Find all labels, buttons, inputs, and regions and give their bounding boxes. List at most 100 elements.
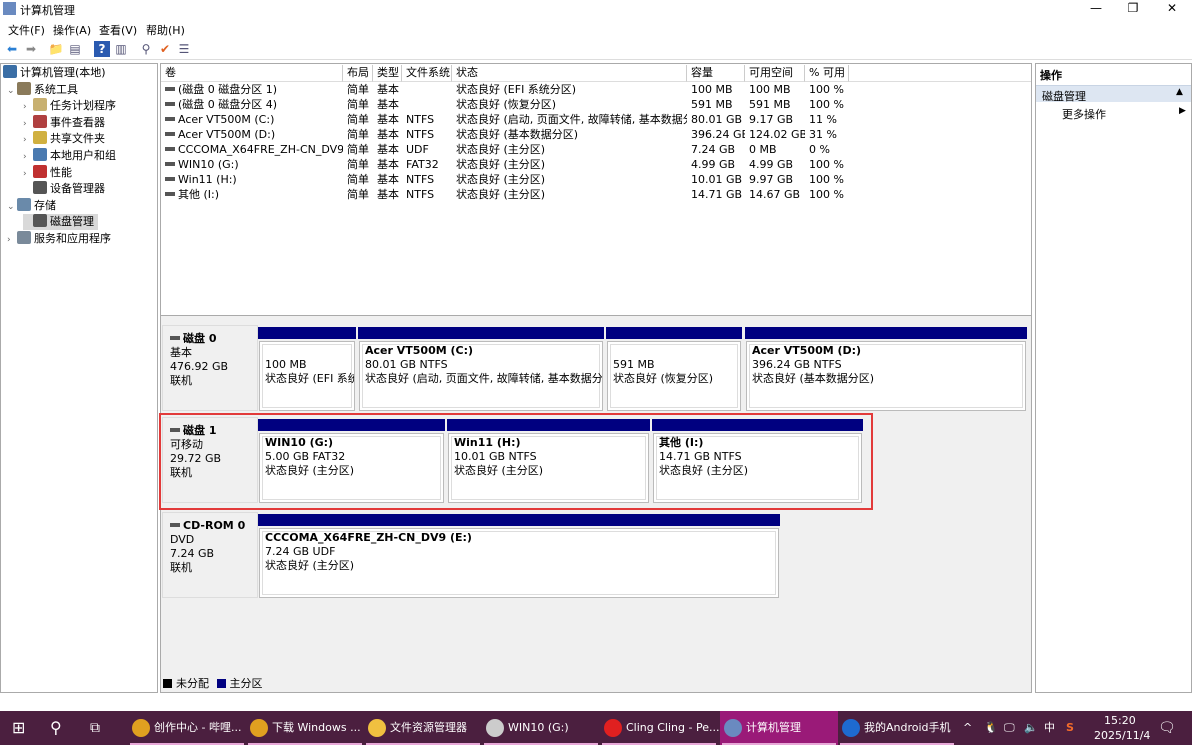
menu-file[interactable]: 文件(F) [8,22,45,38]
column-header[interactable]: 文件系统 [402,65,452,82]
table-cell[interactable]: 31 % [809,127,849,142]
volume-icon[interactable]: 🔈 [1024,711,1038,745]
table-cell[interactable]: FAT32 [406,157,452,172]
table-cell[interactable]: 状态良好 (主分区) [456,142,687,157]
volume-name[interactable]: CCCOMA_X64FRE_ZH-CN_DV9 (E:) [165,142,343,157]
volume-name[interactable]: WIN10 (G:) [165,157,343,172]
table-cell[interactable]: 396.24 GB [691,127,745,142]
table-cell[interactable]: 基本 [377,112,402,127]
table-cell[interactable]: 100 MB [691,82,745,97]
table-cell[interactable]: 591 MB [749,97,805,112]
clock-date[interactable]: 2025/11/4 [1094,729,1150,743]
table-cell[interactable]: 80.01 GB [691,112,745,127]
minimize-button[interactable]: — [1076,0,1116,18]
help-icon[interactable]: ? [94,41,110,57]
close-button[interactable]: ✕ [1152,0,1192,18]
volume-name[interactable]: Acer VT500M (C:) [165,112,343,127]
tree-item[interactable]: ›本地用户和组 [23,148,116,164]
taskbar-item[interactable]: 创作中心 - 哔哩... [128,711,246,745]
column-header[interactable]: 可用空间 [745,65,805,82]
expander-icon[interactable]: › [7,232,17,248]
restore-button[interactable]: ❐ [1113,0,1153,18]
expander-icon[interactable]: › [23,99,33,115]
table-cell[interactable]: 124.02 GB [749,127,805,142]
table-cell[interactable]: 简单 [347,127,373,142]
tree-item[interactable]: ›任务计划程序 [23,98,116,114]
table-cell[interactable]: 状态良好 (主分区) [456,172,687,187]
table-cell[interactable]: 简单 [347,97,373,112]
tree-item[interactable]: ›共享文件夹 [23,131,105,147]
table-cell[interactable]: 简单 [347,112,373,127]
tree-item[interactable]: ⌄存储 [7,198,56,214]
task-view-icon[interactable]: ⧉ [90,711,100,745]
partition[interactable]: Acer VT500M (D:)396.24 GB NTFS状态良好 (基本数据… [745,327,1027,411]
sogou-icon[interactable]: S [1066,711,1074,745]
table-cell[interactable]: 简单 [347,187,373,202]
ime-indicator[interactable]: 中 [1044,711,1055,745]
tree-item[interactable]: ⌄系统工具 [7,82,78,98]
column-header[interactable]: % 可用 [805,65,849,82]
volume-name[interactable]: Win11 (H:) [165,172,343,187]
table-cell[interactable]: 100 MB [749,82,805,97]
column-header[interactable]: 布局 [343,65,373,82]
table-cell[interactable]: 简单 [347,157,373,172]
partition[interactable]: 591 MB状态良好 (恢复分区) [606,327,742,411]
taskbar-item[interactable]: 文件资源管理器 [364,711,482,745]
table-cell[interactable]: NTFS [406,127,452,142]
more-actions-item[interactable]: 更多操作 ▶ [1036,105,1191,121]
table-cell[interactable]: UDF [406,142,452,157]
table-cell[interactable]: 状态良好 (主分区) [456,157,687,172]
connect-icon[interactable]: ⚲ [138,41,154,57]
table-cell[interactable]: 基本 [377,97,402,112]
table-cell[interactable]: 0 MB [749,142,805,157]
column-header[interactable]: 卷 [161,65,343,82]
table-cell[interactable]: 4.99 GB [691,157,745,172]
volume-name[interactable]: 其他 (I:) [165,187,343,202]
search-icon[interactable]: ⚲ [50,711,62,745]
taskbar-item[interactable]: WIN10 (G:) [482,711,600,745]
table-cell[interactable]: 基本 [377,172,402,187]
back-arrow-icon[interactable]: ⬅ [4,41,20,57]
properties-icon[interactable]: ✔ [157,41,173,57]
qq-icon[interactable]: 🐧 [984,711,998,745]
clock-time[interactable]: 15:20 [1104,714,1136,728]
table-cell[interactable]: 基本 [377,127,402,142]
table-cell[interactable] [406,82,452,97]
table-cell[interactable]: 基本 [377,157,402,172]
table-cell[interactable]: 状态良好 (主分区) [456,187,687,202]
column-header[interactable]: 状态 [452,65,687,82]
partition[interactable]: CCCOMA_X64FRE_ZH-CN_DV9 (E:)7.24 GB UDF状… [258,514,780,598]
table-cell[interactable]: 14.67 GB [749,187,805,202]
up-folder-icon[interactable]: 📁 [48,41,64,57]
taskbar-item[interactable]: 我的Android手机 [838,711,956,745]
table-cell[interactable]: 100 % [809,157,849,172]
tree-item[interactable]: ›事件查看器 [23,115,105,131]
table-cell[interactable]: 状态良好 (启动, 页面文件, 故障转储, 基本数据分区) [456,112,687,127]
table-cell[interactable]: 14.71 GB [691,187,745,202]
table-cell[interactable]: 状态良好 (基本数据分区) [456,127,687,142]
table-cell[interactable]: 100 % [809,172,849,187]
volume-name[interactable]: (磁盘 0 磁盘分区 1) [165,82,343,97]
list-icon[interactable]: ☰ [176,41,192,57]
table-cell[interactable]: 0 % [809,142,849,157]
tree-item[interactable]: 磁盘管理 [23,214,98,230]
partition[interactable]: 100 MB状态良好 (EFI 系统分区) [258,327,356,411]
disk-label[interactable]: 磁盘 0基本476.92 GB联机 [162,325,258,411]
volume-name[interactable]: Acer VT500M (D:) [165,127,343,142]
table-cell[interactable]: 简单 [347,82,373,97]
start-button-windows-icon[interactable]: ⊞ [12,711,25,745]
table-cell[interactable]: 简单 [347,142,373,157]
menu-action[interactable]: 操作(A) [53,22,91,38]
expander-icon[interactable]: › [23,116,33,132]
tree-item[interactable]: 设备管理器 [23,181,105,197]
expander-icon[interactable]: ⌄ [7,199,17,215]
show-action-pane-icon[interactable]: ▥ [113,41,129,57]
table-cell[interactable]: 简单 [347,172,373,187]
table-cell[interactable]: 11 % [809,112,849,127]
table-cell[interactable]: 基本 [377,142,402,157]
table-cell[interactable]: 100 % [809,187,849,202]
table-cell[interactable]: NTFS [406,172,452,187]
menu-view[interactable]: 查看(V) [99,22,137,38]
table-cell[interactable] [406,97,452,112]
table-cell[interactable]: 9.97 GB [749,172,805,187]
